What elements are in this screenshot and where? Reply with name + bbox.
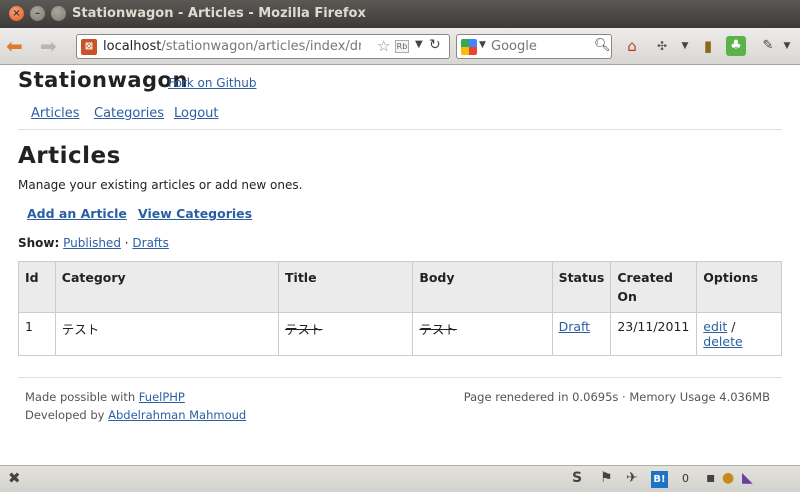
cell-body: テスト: [412, 312, 553, 356]
footer-dev-prefix: Developed by: [25, 408, 109, 422]
site-brand[interactable]: Stationwagon: [18, 68, 188, 92]
page-description: Manage your existing articles or add new…: [18, 178, 303, 192]
cell-id: 1: [18, 312, 56, 356]
cell-title: テスト: [278, 312, 414, 356]
filter-published-link[interactable]: Published: [63, 236, 121, 250]
cell-created-on: 23/11/2011: [610, 312, 698, 356]
status-draft-link[interactable]: Draft: [559, 319, 591, 334]
column-header-created-on: Created On: [610, 261, 698, 313]
bookmark-count: 0: [682, 472, 689, 485]
edit-link[interactable]: edit: [703, 319, 727, 334]
view-categories-link[interactable]: View Categories: [138, 206, 252, 221]
footer-divider: [18, 377, 782, 378]
fork-on-github-link[interactable]: Fork on Github: [168, 76, 256, 90]
nav-categories-link[interactable]: Categories: [94, 106, 164, 121]
url-bar[interactable]: ⊠ localhost/stationwagon/articles/index/…: [76, 34, 450, 59]
nav-logout-link[interactable]: Logout: [174, 106, 219, 121]
hatena-bookmark-icon[interactable]: B!: [651, 471, 668, 488]
site-favicon: ⊠: [81, 39, 97, 55]
articles-table: Id Category Title Body Status Created On…: [18, 261, 782, 356]
delete-link[interactable]: delete: [703, 334, 742, 349]
filter-bar: Show: Published · Drafts: [18, 236, 169, 250]
home-icon[interactable]: ⌂: [622, 36, 642, 56]
options-separator: /: [731, 319, 736, 334]
filter-drafts-link[interactable]: Drafts: [132, 236, 169, 250]
search-bar[interactable]: ▼ 🔍︎: [456, 34, 612, 59]
globe-addon-icon[interactable]: ●: [722, 470, 734, 486]
reload-icon[interactable]: ↻: [429, 37, 441, 53]
forward-arrow-icon[interactable]: ➡: [40, 36, 57, 56]
column-header-id: Id: [18, 261, 56, 313]
pen-tool-icon[interactable]: ✎: [758, 36, 778, 56]
filter-separator: ·: [120, 236, 133, 250]
filter-label: Show:: [18, 236, 60, 250]
table-header-row: Id Category Title Body Status Created On…: [18, 261, 782, 313]
header-divider: [18, 129, 782, 130]
column-header-status: Status: [551, 261, 612, 313]
back-arrow-icon[interactable]: ⬅: [6, 36, 23, 56]
flag-icon[interactable]: ⚑: [600, 470, 613, 486]
url-host: localhost: [103, 39, 162, 54]
google-icon[interactable]: [461, 39, 477, 55]
cell-status: Draft: [551, 312, 612, 356]
search-input[interactable]: [491, 37, 591, 56]
fuelphp-link[interactable]: FuelPHP: [139, 390, 185, 404]
navigation-toolbar: ⬅ ➡ ⊠ localhost/stationwagon/articles/in…: [0, 28, 800, 65]
page-content: Stationwagon Fork on Github Articles Cat…: [0, 65, 800, 465]
addon-icon[interactable]: ✣: [652, 36, 672, 56]
footer-render-stats: Page renedered in 0.0695s · Memory Usage…: [463, 390, 770, 404]
window-minimize-button[interactable]: –: [30, 6, 45, 21]
pen-tool-dropdown-icon[interactable]: ▼: [782, 36, 792, 56]
footer-developer: Developed by Abdelrahman Mahmoud: [25, 408, 246, 422]
window-close-button[interactable]: ×: [9, 6, 24, 21]
url-dropdown-icon[interactable]: ▼: [415, 39, 423, 50]
footer-made-prefix: Made possible with: [25, 390, 139, 404]
cell-category: テスト: [54, 312, 280, 356]
extension-icon[interactable]: ◣: [742, 470, 753, 486]
cell-options: edit / delete: [696, 312, 782, 356]
column-header-options: Options: [696, 261, 782, 313]
window-maximize-button[interactable]: [51, 6, 66, 21]
speech-bubble-icon[interactable]: ▪: [706, 470, 716, 486]
window-titlebar: × – Stationwagon - Articles - Mozilla Fi…: [0, 0, 800, 28]
page-title: Articles: [18, 143, 121, 169]
developer-link[interactable]: Abdelrahman Mahmoud: [108, 408, 246, 422]
window-title: Stationwagon - Articles - Mozilla Firefo…: [72, 6, 366, 21]
evernote-icon[interactable]: ♣: [726, 36, 746, 56]
url-path: /stationwagon/articles/index/dr: [161, 39, 361, 54]
add-article-link[interactable]: Add an Article: [27, 206, 127, 221]
url-text[interactable]: localhost/stationwagon/articles/index/dr: [103, 39, 361, 54]
magnifier-icon[interactable]: 🔍︎: [594, 38, 611, 53]
satellite-icon[interactable]: ✈: [626, 470, 638, 486]
footer-made-with: Made possible with FuelPHP: [25, 390, 185, 404]
site-identity-icon[interactable]: Rb: [395, 40, 409, 53]
nav-articles-link[interactable]: Articles: [31, 106, 79, 121]
close-addon-bar-icon[interactable]: ✖: [8, 469, 21, 487]
notebook-icon[interactable]: ▮: [698, 36, 718, 56]
bookmark-star-icon[interactable]: ☆: [377, 37, 390, 55]
s-addon-icon[interactable]: S: [572, 470, 582, 486]
column-header-category: Category: [54, 261, 280, 313]
addon-dropdown-icon[interactable]: ▼: [680, 36, 690, 56]
table-row: 1 テスト テスト テスト Draft 23/11/2011 edit / de…: [18, 312, 782, 356]
column-header-body: Body: [412, 261, 553, 313]
column-header-title: Title: [278, 261, 414, 313]
status-bar: ✖ S ⚑ ✈ B! 0 ▪ ● ◣: [0, 465, 800, 492]
search-engine-dropdown-icon[interactable]: ▼: [479, 40, 486, 50]
